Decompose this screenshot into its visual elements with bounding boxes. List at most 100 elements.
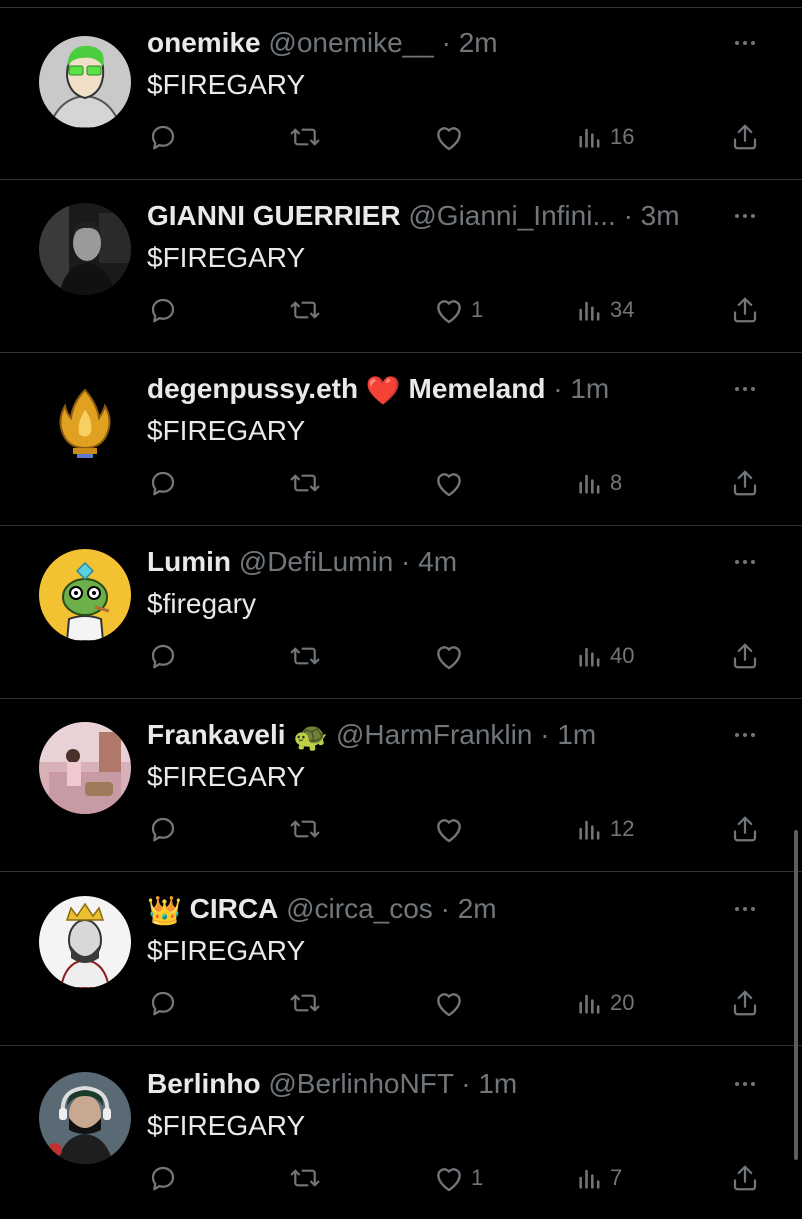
share-button[interactable] bbox=[730, 290, 760, 330]
timestamp[interactable]: 1m bbox=[557, 719, 596, 750]
display-name[interactable]: GIANNI GUERRIER bbox=[147, 200, 401, 231]
tweet-header: Berlinho @BerlinhoNFT · 1m bbox=[147, 1064, 722, 1104]
tweet[interactable]: Lumin @DefiLumin · 4m $firegary 40 bbox=[0, 526, 802, 699]
views-icon bbox=[579, 994, 600, 1014]
avatar[interactable] bbox=[39, 1072, 131, 1164]
share-icon bbox=[733, 297, 757, 323]
avatar[interactable] bbox=[39, 36, 131, 128]
retweet-icon bbox=[290, 1169, 320, 1187]
like-button[interactable] bbox=[433, 463, 471, 503]
avatar[interactable] bbox=[39, 203, 131, 295]
views-button[interactable]: 34 bbox=[576, 290, 634, 330]
share-button[interactable] bbox=[730, 117, 760, 157]
separator-dot: · bbox=[553, 373, 563, 404]
share-button[interactable] bbox=[730, 983, 760, 1023]
display-name[interactable]: CIRCA bbox=[190, 893, 279, 924]
avatar[interactable] bbox=[39, 549, 131, 641]
reply-button[interactable] bbox=[148, 117, 184, 157]
handle[interactable]: @Gianni_Infini... bbox=[408, 200, 615, 231]
share-button[interactable] bbox=[730, 636, 760, 676]
crown-emoji-icon: 👑 bbox=[147, 894, 182, 926]
avatar-image bbox=[39, 36, 131, 128]
like-button[interactable] bbox=[433, 983, 471, 1023]
timestamp[interactable]: 2m bbox=[459, 27, 498, 58]
handle[interactable]: @DefiLumin bbox=[239, 546, 393, 577]
tweet-header: GIANNI GUERRIER @Gianni_Infini... · 3m bbox=[147, 196, 722, 236]
views-count: 12 bbox=[610, 816, 635, 841]
reply-icon bbox=[151, 471, 175, 496]
handle[interactable]: @onemike__ bbox=[268, 27, 433, 58]
tweet[interactable]: GIANNI GUERRIER @Gianni_Infini... · 3m $… bbox=[0, 180, 802, 353]
views-button[interactable]: 7 bbox=[576, 1158, 622, 1198]
timestamp[interactable]: 2m bbox=[458, 893, 497, 924]
more-icon[interactable] bbox=[730, 1064, 760, 1104]
avatar[interactable] bbox=[39, 722, 131, 814]
display-name[interactable]: Lumin bbox=[147, 546, 231, 577]
display-name[interactable]: Berlinho bbox=[147, 1068, 261, 1099]
display-name[interactable]: onemike bbox=[147, 27, 261, 58]
timestamp[interactable]: 3m bbox=[641, 200, 680, 231]
avatar[interactable] bbox=[39, 896, 131, 988]
handle[interactable]: @BerlinhoNFT bbox=[268, 1068, 453, 1099]
retweet-button[interactable] bbox=[288, 809, 328, 849]
more-icon[interactable] bbox=[730, 196, 760, 236]
handle[interactable]: @HarmFranklin bbox=[336, 719, 532, 750]
reply-button[interactable] bbox=[148, 463, 184, 503]
share-button[interactable] bbox=[730, 463, 760, 503]
views-button[interactable]: 40 bbox=[576, 636, 634, 676]
display-name[interactable]: degenpussy.eth bbox=[147, 373, 358, 404]
more-icon[interactable] bbox=[730, 369, 760, 409]
timestamp[interactable]: 1m bbox=[478, 1068, 517, 1099]
display-name[interactable]: Frankaveli bbox=[147, 719, 286, 750]
more-icon[interactable] bbox=[730, 542, 760, 582]
avatar[interactable] bbox=[39, 376, 131, 468]
like-icon bbox=[437, 473, 461, 497]
retweet-button[interactable] bbox=[288, 983, 328, 1023]
memeland-label[interactable]: Memeland bbox=[409, 373, 546, 404]
like-button[interactable] bbox=[433, 809, 471, 849]
share-button[interactable] bbox=[730, 1158, 760, 1198]
views-icon bbox=[579, 820, 600, 840]
timestamp[interactable]: 1m bbox=[570, 373, 609, 404]
reply-icon bbox=[151, 1166, 175, 1191]
like-button[interactable] bbox=[433, 117, 471, 157]
tweet[interactable]: Berlinho @BerlinhoNFT · 1m $FIREGARY 1 7 bbox=[0, 1046, 802, 1219]
more-icon[interactable] bbox=[730, 889, 760, 929]
tweet[interactable]: Frankaveli 🐢 @HarmFranklin · 1m $FIREGAR… bbox=[0, 699, 802, 872]
share-icon bbox=[733, 1165, 757, 1191]
handle[interactable]: @circa_cos bbox=[286, 893, 433, 924]
views-button[interactable]: 20 bbox=[576, 983, 634, 1023]
views-count: 20 bbox=[610, 990, 635, 1015]
like-button[interactable]: 1 bbox=[433, 290, 483, 330]
share-button[interactable] bbox=[730, 809, 760, 849]
retweet-button[interactable] bbox=[288, 1158, 328, 1198]
share-icon bbox=[733, 470, 757, 496]
tweet[interactable]: onemike @onemike__ · 2m $FIREGARY 16 bbox=[0, 7, 802, 180]
like-button[interactable]: 1 bbox=[433, 1158, 483, 1198]
retweet-button[interactable] bbox=[288, 463, 328, 503]
retweet-button[interactable] bbox=[288, 290, 328, 330]
views-button[interactable]: 8 bbox=[576, 463, 622, 503]
timestamp[interactable]: 4m bbox=[418, 546, 457, 577]
retweet-button[interactable] bbox=[288, 117, 328, 157]
retweet-button[interactable] bbox=[288, 636, 328, 676]
reply-button[interactable] bbox=[148, 1158, 184, 1198]
reply-button[interactable] bbox=[148, 636, 184, 676]
reply-button[interactable] bbox=[148, 983, 184, 1023]
reply-button[interactable] bbox=[148, 809, 184, 849]
views-button[interactable]: 16 bbox=[576, 117, 634, 157]
avatar-image bbox=[39, 896, 131, 988]
like-icon bbox=[437, 993, 461, 1017]
tweet[interactable]: 👑 CIRCA @circa_cos · 2m $FIREGARY 20 bbox=[0, 873, 802, 1046]
scrollbar[interactable] bbox=[794, 830, 798, 1160]
tweet-text: $FIREGARY bbox=[147, 69, 306, 100]
like-button[interactable] bbox=[433, 636, 471, 676]
more-icon[interactable] bbox=[730, 23, 760, 63]
more-icon[interactable] bbox=[730, 715, 760, 755]
tweet-text: $FIREGARY bbox=[147, 761, 306, 792]
avatar-image bbox=[39, 722, 131, 814]
tweet[interactable]: degenpussy.eth ❤️ Memeland · 1m $FIREGAR… bbox=[0, 353, 802, 526]
reply-button[interactable] bbox=[148, 290, 184, 330]
views-button[interactable]: 12 bbox=[576, 809, 634, 849]
tweet-actions: 40 bbox=[0, 636, 802, 676]
